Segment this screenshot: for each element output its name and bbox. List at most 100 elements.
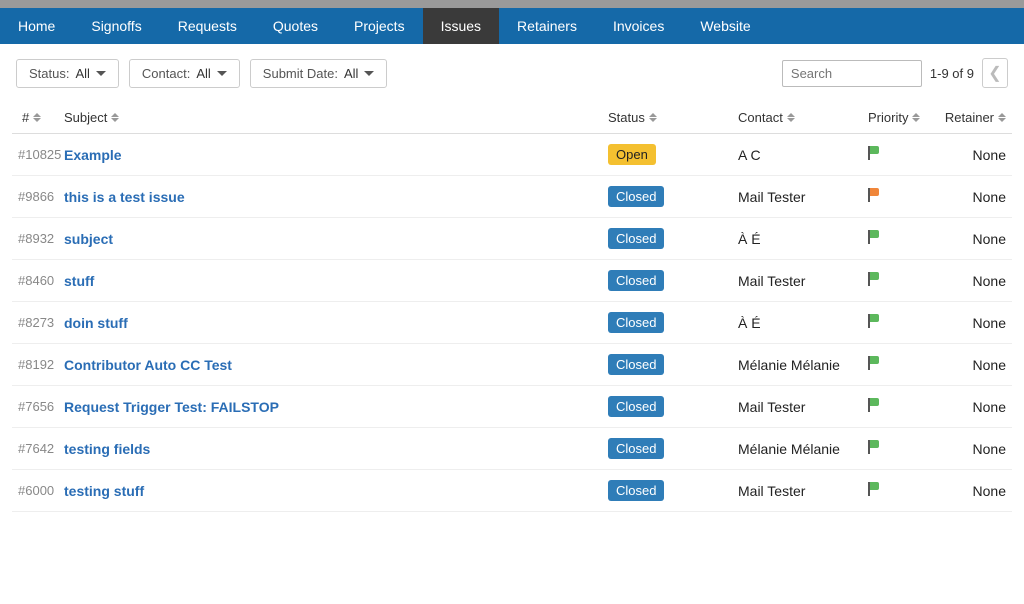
issue-subject-link[interactable]: Request Trigger Test: FAILSTOP xyxy=(64,399,608,415)
issue-status: Closed xyxy=(608,438,738,459)
filter-value: All xyxy=(196,66,210,81)
issue-priority xyxy=(868,230,938,247)
issue-id: #8273 xyxy=(18,315,64,330)
issue-subject-link[interactable]: Example xyxy=(64,147,608,163)
issue-subject-link[interactable]: testing fields xyxy=(64,441,608,457)
column-label: Status xyxy=(608,110,645,125)
flag-icon xyxy=(868,356,880,370)
status-badge: Closed xyxy=(608,312,664,333)
issue-id: #9866 xyxy=(18,189,64,204)
prev-page-button[interactable]: ❮ xyxy=(982,58,1008,88)
column-label: # xyxy=(22,110,29,125)
filter-contact[interactable]: Contact: All xyxy=(129,59,240,88)
table-row: #10825ExampleOpenA CNone xyxy=(12,134,1012,176)
issue-subject-link[interactable]: testing stuff xyxy=(64,483,608,499)
issue-contact: À É xyxy=(738,315,868,331)
nav-item-retainers[interactable]: Retainers xyxy=(499,8,595,44)
issue-id: #10825 xyxy=(18,147,64,162)
issue-contact: Mail Tester xyxy=(738,483,868,499)
search-input[interactable] xyxy=(782,60,922,87)
issue-status: Closed xyxy=(608,312,738,333)
column-number[interactable]: # xyxy=(18,110,64,125)
status-badge: Closed xyxy=(608,438,664,459)
issue-retainer: None xyxy=(938,273,1006,289)
issue-subject-link[interactable]: stuff xyxy=(64,273,608,289)
table-row: #7642testing fieldsClosed Mélanie Mélanie… xyxy=(12,428,1012,470)
issue-subject-link[interactable]: subject xyxy=(64,231,608,247)
status-badge: Closed xyxy=(608,270,664,291)
status-badge: Open xyxy=(608,144,656,165)
column-priority[interactable]: Priority xyxy=(868,110,938,125)
chevron-down-icon xyxy=(364,71,374,76)
issue-status: Closed xyxy=(608,354,738,375)
table-row: #7656Request Trigger Test: FAILSTOPClose… xyxy=(12,386,1012,428)
issue-id: #7642 xyxy=(18,441,64,456)
toolbar: Status: All Contact: All Submit Date: Al… xyxy=(0,44,1024,102)
nav-item-invoices[interactable]: Invoices xyxy=(595,8,682,44)
issue-status: Closed xyxy=(608,480,738,501)
issue-priority xyxy=(868,440,938,457)
status-badge: Closed xyxy=(608,396,664,417)
issues-table: # Subject Status Contact Priority Retain… xyxy=(0,102,1024,512)
flag-icon xyxy=(868,482,880,496)
nav-item-requests[interactable]: Requests xyxy=(160,8,255,44)
issue-retainer: None xyxy=(938,483,1006,499)
table-row: #9866this is a test issueClosedMail Test… xyxy=(12,176,1012,218)
issue-contact: Mail Tester xyxy=(738,273,868,289)
issue-id: #8460 xyxy=(18,273,64,288)
nav-item-signoffs[interactable]: Signoffs xyxy=(73,8,159,44)
issue-subject-link[interactable]: doin stuff xyxy=(64,315,608,331)
flag-icon xyxy=(868,146,880,160)
issue-contact: Mail Tester xyxy=(738,399,868,415)
chevron-down-icon xyxy=(217,71,227,76)
issue-subject-link[interactable]: Contributor Auto CC Test xyxy=(64,357,608,373)
flag-icon xyxy=(868,188,880,202)
table-row: #8932subjectClosedÀ ÉNone xyxy=(12,218,1012,260)
column-label: Subject xyxy=(64,110,107,125)
column-subject[interactable]: Subject xyxy=(64,110,608,125)
issue-priority xyxy=(868,398,938,415)
issue-contact: Mélanie Mélanie xyxy=(738,441,868,457)
filters: Status: All Contact: All Submit Date: Al… xyxy=(16,59,387,88)
issue-status: Closed xyxy=(608,186,738,207)
column-contact[interactable]: Contact xyxy=(738,110,868,125)
flag-icon xyxy=(868,230,880,244)
toolbar-right: 1-9 of 9 ❮ xyxy=(782,58,1008,88)
issue-id: #8932 xyxy=(18,231,64,246)
column-label: Retainer xyxy=(945,110,994,125)
issue-priority xyxy=(868,188,938,205)
nav-item-issues[interactable]: Issues xyxy=(423,8,499,44)
issue-retainer: None xyxy=(938,315,1006,331)
filter-status[interactable]: Status: All xyxy=(16,59,119,88)
issue-retainer: None xyxy=(938,357,1006,373)
status-badge: Closed xyxy=(608,480,664,501)
issue-priority xyxy=(868,482,938,499)
flag-icon xyxy=(868,272,880,286)
issue-priority xyxy=(868,314,938,331)
issue-status: Closed xyxy=(608,270,738,291)
issue-retainer: None xyxy=(938,231,1006,247)
window-titlebar xyxy=(0,0,1024,8)
issue-retainer: None xyxy=(938,441,1006,457)
issue-status: Closed xyxy=(608,396,738,417)
table-row: #8460stuffClosed Mail Tester None xyxy=(12,260,1012,302)
issue-subject-link[interactable]: this is a test issue xyxy=(64,189,608,205)
nav-item-website[interactable]: Website xyxy=(682,8,768,44)
table-body: #10825ExampleOpen A C None #9866this is a t… xyxy=(12,134,1012,512)
issue-status: Closed xyxy=(608,228,738,249)
chevron-down-icon xyxy=(96,71,106,76)
sort-icon xyxy=(649,113,657,122)
nav-item-home[interactable]: Home xyxy=(0,8,73,44)
nav-item-projects[interactable]: Projects xyxy=(336,8,423,44)
issue-priority xyxy=(868,356,938,373)
column-retainer[interactable]: Retainer xyxy=(938,110,1006,125)
table-row: #8273doin stuffClosed À É None xyxy=(12,302,1012,344)
filter-submit-date[interactable]: Submit Date: All xyxy=(250,59,388,88)
table-row: #8192Contributor Auto CC TestClosedMélan… xyxy=(12,344,1012,386)
issue-contact: Mélanie Mélanie xyxy=(738,357,868,373)
nav-item-quotes[interactable]: Quotes xyxy=(255,8,336,44)
issue-contact: A C xyxy=(738,147,868,163)
sort-icon xyxy=(787,113,795,122)
column-status[interactable]: Status xyxy=(608,110,738,125)
issue-priority xyxy=(868,272,938,289)
